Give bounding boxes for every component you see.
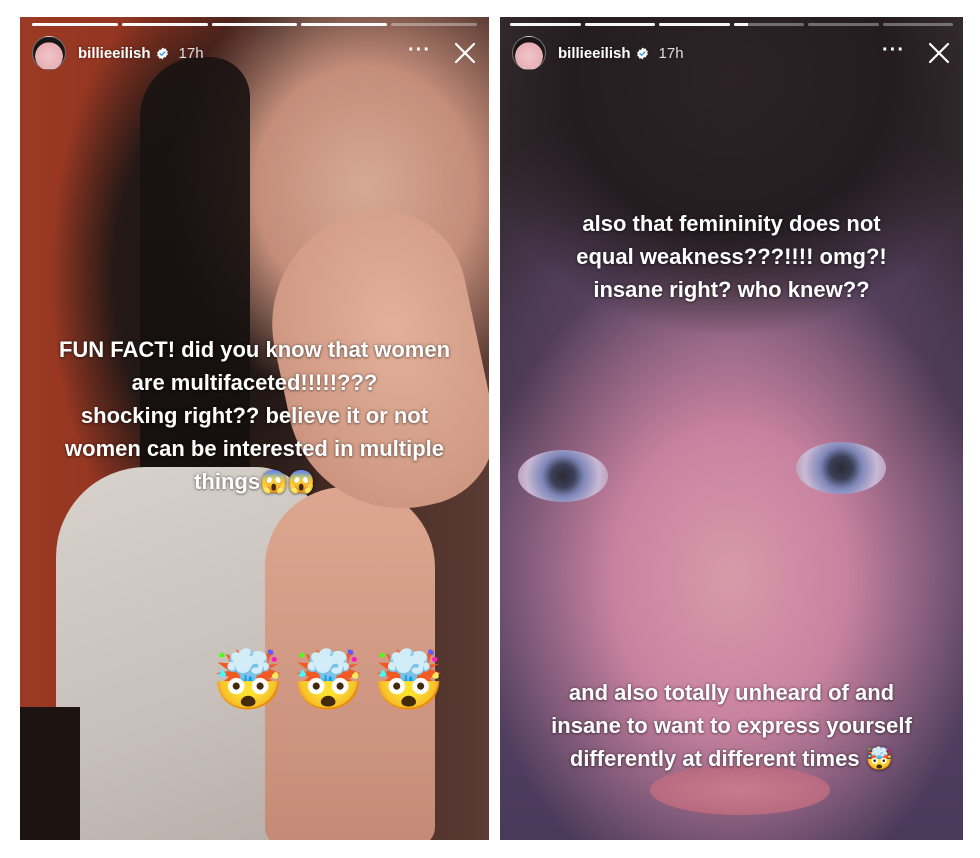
close-icon[interactable] [927, 41, 951, 65]
story-progress-bar [32, 23, 477, 26]
story-header: billieeilish 17h ··· [512, 36, 953, 70]
progress-segment [301, 23, 388, 26]
progress-segment [510, 23, 581, 26]
story-progress-bar [510, 23, 953, 26]
story-frame-2[interactable]: billieeilish 17h ··· also that femininit… [500, 17, 963, 840]
username[interactable]: billieeilish [558, 45, 631, 62]
progress-segment [211, 23, 298, 26]
stories-collage: billieeilish 17h ··· FUN FACT! did you k… [0, 0, 980, 858]
progress-segment-fill [211, 23, 298, 26]
verified-badge-icon [636, 47, 648, 59]
more-options-button[interactable]: ··· [408, 40, 431, 61]
photo-left-eye [518, 450, 608, 502]
progress-segment-fill [32, 23, 118, 26]
story-header: billieeilish 17h ··· [32, 36, 479, 70]
progress-segment-fill [510, 23, 581, 26]
progress-segment [584, 23, 655, 26]
mind-blown-sticker: 🤯 [292, 646, 365, 714]
mind-blown-sticker: 🤯 [212, 646, 285, 714]
story-caption-top: also that femininity does not equal weak… [576, 211, 887, 302]
photo-shadow [20, 707, 80, 840]
mind-blown-sticker: 🤯 [372, 646, 445, 714]
profile-avatar[interactable] [32, 36, 66, 70]
progress-segment [391, 23, 477, 26]
progress-segment-fill [584, 23, 655, 26]
progress-segment-fill [121, 23, 208, 26]
more-options-button[interactable]: ··· [882, 40, 905, 61]
story-caption-bottom: and also totally unheard of and insane t… [551, 680, 912, 771]
post-time: 17h [658, 44, 684, 62]
story-caption: FUN FACT! did you know that women are mu… [58, 337, 451, 494]
story-frame-1[interactable]: billieeilish 17h ··· FUN FACT! did you k… [20, 17, 489, 840]
progress-segment [882, 23, 953, 26]
progress-segment-fill [733, 23, 748, 26]
progress-segment [733, 23, 804, 26]
profile-avatar[interactable] [512, 36, 546, 70]
verified-badge-icon [156, 47, 168, 59]
progress-segment-fill [301, 23, 388, 26]
progress-segment [121, 23, 208, 26]
post-time: 17h [178, 44, 204, 62]
progress-segment [659, 23, 730, 26]
progress-segment [32, 23, 118, 26]
progress-segment-fill [659, 23, 730, 26]
photo-right-eye [796, 442, 886, 494]
sticker-group: 🤯 🤯 🤯 [212, 647, 445, 713]
username[interactable]: billieeilish [78, 45, 151, 62]
close-icon[interactable] [453, 41, 477, 65]
progress-segment [808, 23, 879, 26]
